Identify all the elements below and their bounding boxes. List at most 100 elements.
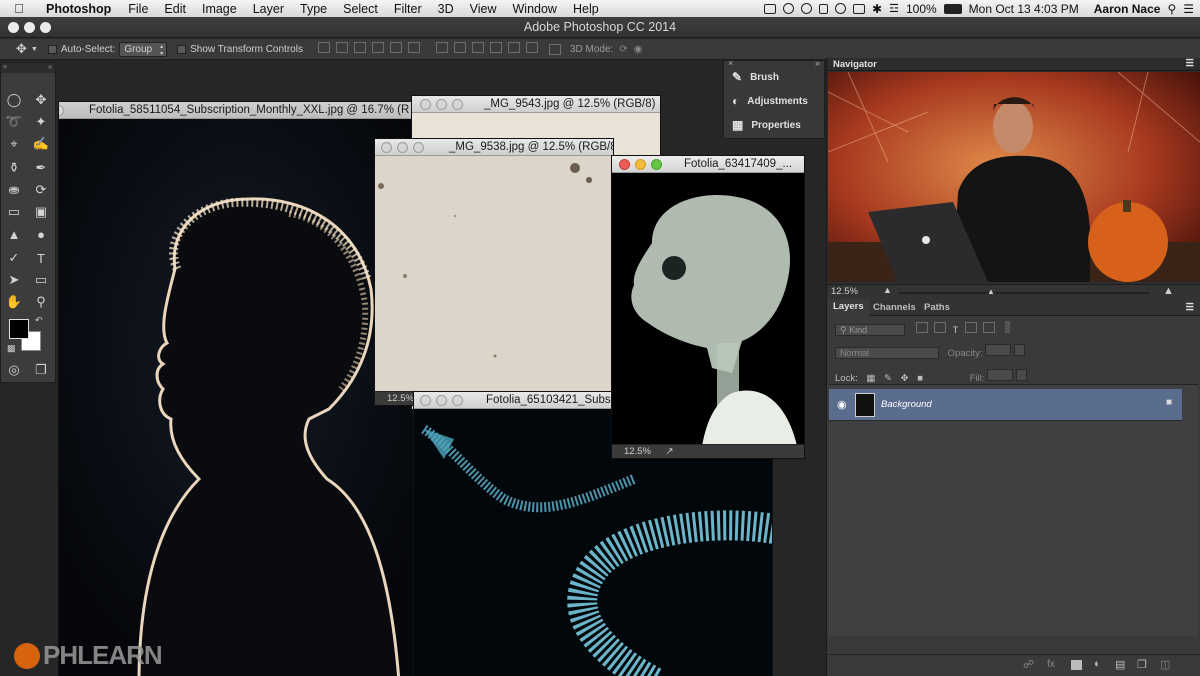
tab-channels[interactable]: Channels: [873, 302, 916, 313]
panel-properties[interactable]: ▦ Properties: [732, 115, 801, 135]
doc-zoom-button[interactable]: [452, 99, 463, 110]
menu-layer[interactable]: Layer: [245, 2, 292, 16]
filter-pixel-icon[interactable]: [915, 322, 928, 333]
menu-app[interactable]: Photoshop: [38, 2, 120, 16]
align-right-icon[interactable]: [407, 42, 420, 53]
blur-tool-icon[interactable]: ▲: [4, 225, 24, 243]
panel-menu-icon[interactable]: ☰: [1185, 58, 1194, 69]
auto-select-dropdown[interactable]: Group: [119, 41, 168, 57]
bluetooth-icon[interactable]: ✱: [872, 2, 882, 16]
filter-adjustment-icon[interactable]: [933, 322, 946, 333]
hand-tool-icon[interactable]: ✋: [4, 293, 24, 311]
spotlight-icon[interactable]: ⚲: [1167, 2, 1176, 16]
lock-image-icon[interactable]: ✎: [884, 373, 892, 384]
lock-position-icon[interactable]: ✥: [901, 373, 909, 384]
menu-view[interactable]: View: [462, 2, 505, 16]
layer-thumbnail[interactable]: [855, 393, 875, 417]
menu-select[interactable]: Select: [335, 2, 386, 16]
tools-panel-header[interactable]: ×»: [1, 63, 55, 73]
marquee-tool-icon[interactable]: ◯: [4, 91, 24, 109]
doc-window-silhouette[interactable]: Fotolia_58511054_Subscription_Monthly_XX…: [58, 101, 414, 676]
align-top-icon[interactable]: [317, 42, 330, 53]
default-colors-icon[interactable]: ▩: [7, 343, 16, 354]
wifi-icon[interactable]: ☲: [889, 2, 899, 15]
move-tool-icon[interactable]: ✥: [31, 91, 51, 109]
layer-name[interactable]: Background: [881, 399, 932, 410]
doc-minimize-button[interactable]: [436, 395, 447, 406]
doc-tab-silhouette[interactable]: Fotolia_58511054_Subscription_Monthly_XX…: [59, 102, 413, 119]
healing-brush-tool-icon[interactable]: ⚱: [4, 159, 24, 177]
tab-paths[interactable]: Paths: [924, 302, 950, 313]
zoom-readout[interactable]: 12.5%: [387, 393, 414, 404]
creative-cloud-icon[interactable]: [835, 3, 847, 14]
panel-menu-icon[interactable]: ☰: [1185, 302, 1194, 313]
doc-tab-mg9538[interactable]: _MG_9538.jpg @ 12.5% (RGB/8): [375, 139, 613, 156]
quick-mask-icon[interactable]: ◎: [4, 361, 24, 379]
auto-align-icon[interactable]: [548, 43, 561, 55]
eyedropper-tool-icon[interactable]: ✍: [31, 135, 51, 153]
zoom-out-icon[interactable]: ▲: [883, 285, 892, 295]
doc-tab-mg9543[interactable]: _MG_9543.jpg @ 12.5% (RGB/8): [412, 96, 660, 113]
clone-stamp-tool-icon[interactable]: ⛂: [4, 181, 24, 199]
doc-close-button[interactable]: [619, 159, 630, 170]
doc-tab-skull[interactable]: Fotolia_63417409_...: [612, 156, 804, 173]
navigator-zoom-value[interactable]: 12.5%: [831, 286, 858, 297]
doc-minimize-button[interactable]: [397, 142, 408, 153]
airplay-icon[interactable]: [853, 3, 866, 14]
type-tool-icon[interactable]: T: [31, 249, 51, 267]
distribute-hcenter-icon[interactable]: [507, 42, 520, 53]
zoom-readout[interactable]: 12.5%: [624, 446, 651, 457]
foreground-color-swatch[interactable]: [9, 319, 29, 339]
doc-zoom-button[interactable]: [452, 395, 463, 406]
crop-tool-icon[interactable]: ⌖: [4, 135, 24, 153]
distribute-top-icon[interactable]: [435, 42, 448, 53]
zoom-slider-handle[interactable]: ▲: [987, 287, 995, 296]
doc-close-button[interactable]: [59, 105, 64, 116]
menu-filter[interactable]: Filter: [386, 2, 430, 16]
menu-window[interactable]: Window: [505, 2, 565, 16]
layer-style-icon[interactable]: fx: [1047, 659, 1055, 670]
filter-type-icon[interactable]: T: [953, 325, 959, 336]
evernote-icon[interactable]: [819, 3, 829, 14]
align-left-icon[interactable]: [371, 42, 384, 53]
align-hcenter-icon[interactable]: [389, 42, 402, 53]
doc-window-skull[interactable]: Fotolia_63417409_... 12.5% ↗: [611, 155, 805, 459]
doc-zoom-button[interactable]: [413, 142, 424, 153]
path-selection-tool-icon[interactable]: ➤: [4, 271, 24, 289]
doc-window-mg9538[interactable]: _MG_9538.jpg @ 12.5% (RGB/8) 12.5% ↗: [374, 138, 614, 406]
new-group-icon[interactable]: ▤: [1115, 658, 1125, 671]
opacity-arrow[interactable]: [1013, 344, 1025, 356]
fill-input[interactable]: [987, 369, 1014, 381]
camera-icon[interactable]: [764, 3, 777, 14]
document-area[interactable]: Fotolia_58511054_Subscription_Monthly_XX…: [0, 60, 826, 676]
tool-preset-arrow-icon[interactable]: ▼: [31, 46, 38, 53]
dodge-tool-icon[interactable]: ●: [31, 225, 51, 243]
tab-navigator[interactable]: Navigator: [833, 59, 877, 70]
roll-3d-icon[interactable]: ◉: [634, 44, 643, 55]
screen-mode-icon[interactable]: ❐: [31, 361, 51, 379]
menu-type[interactable]: Type: [292, 2, 335, 16]
sync-icon[interactable]: [783, 3, 795, 14]
status-arrow-icon[interactable]: ↗: [666, 446, 674, 457]
align-bottom-icon[interactable]: [353, 42, 366, 53]
adjustment-layer-icon[interactable]: ◐: [1094, 658, 1101, 670]
brush-tool-icon[interactable]: ✒: [31, 159, 51, 177]
filter-shape-icon[interactable]: [965, 322, 978, 333]
show-transform-checkbox[interactable]: [177, 44, 187, 54]
filter-toggle[interactable]: [1005, 321, 1011, 333]
zoom-tool-icon[interactable]: ⚲: [31, 293, 51, 311]
menu-help[interactable]: Help: [565, 2, 607, 16]
user-name[interactable]: Aaron Nace: [1094, 2, 1161, 16]
doc-close-button[interactable]: [381, 142, 392, 153]
history-brush-tool-icon[interactable]: ⟳: [31, 181, 51, 199]
distribute-bottom-icon[interactable]: [471, 42, 484, 53]
visibility-eye-icon[interactable]: ◉: [837, 398, 847, 411]
menu-3d[interactable]: 3D: [430, 2, 462, 16]
layer-mask-icon[interactable]: [1071, 660, 1082, 670]
doc-close-button[interactable]: [420, 99, 431, 110]
delete-layer-icon[interactable]: ◫: [1160, 658, 1170, 671]
distribute-right-icon[interactable]: [525, 42, 538, 53]
menu-edit[interactable]: Edit: [156, 2, 194, 16]
layer-row[interactable]: ◉ Background ■: [829, 389, 1182, 421]
link-layers-icon[interactable]: ☍: [1023, 658, 1034, 671]
